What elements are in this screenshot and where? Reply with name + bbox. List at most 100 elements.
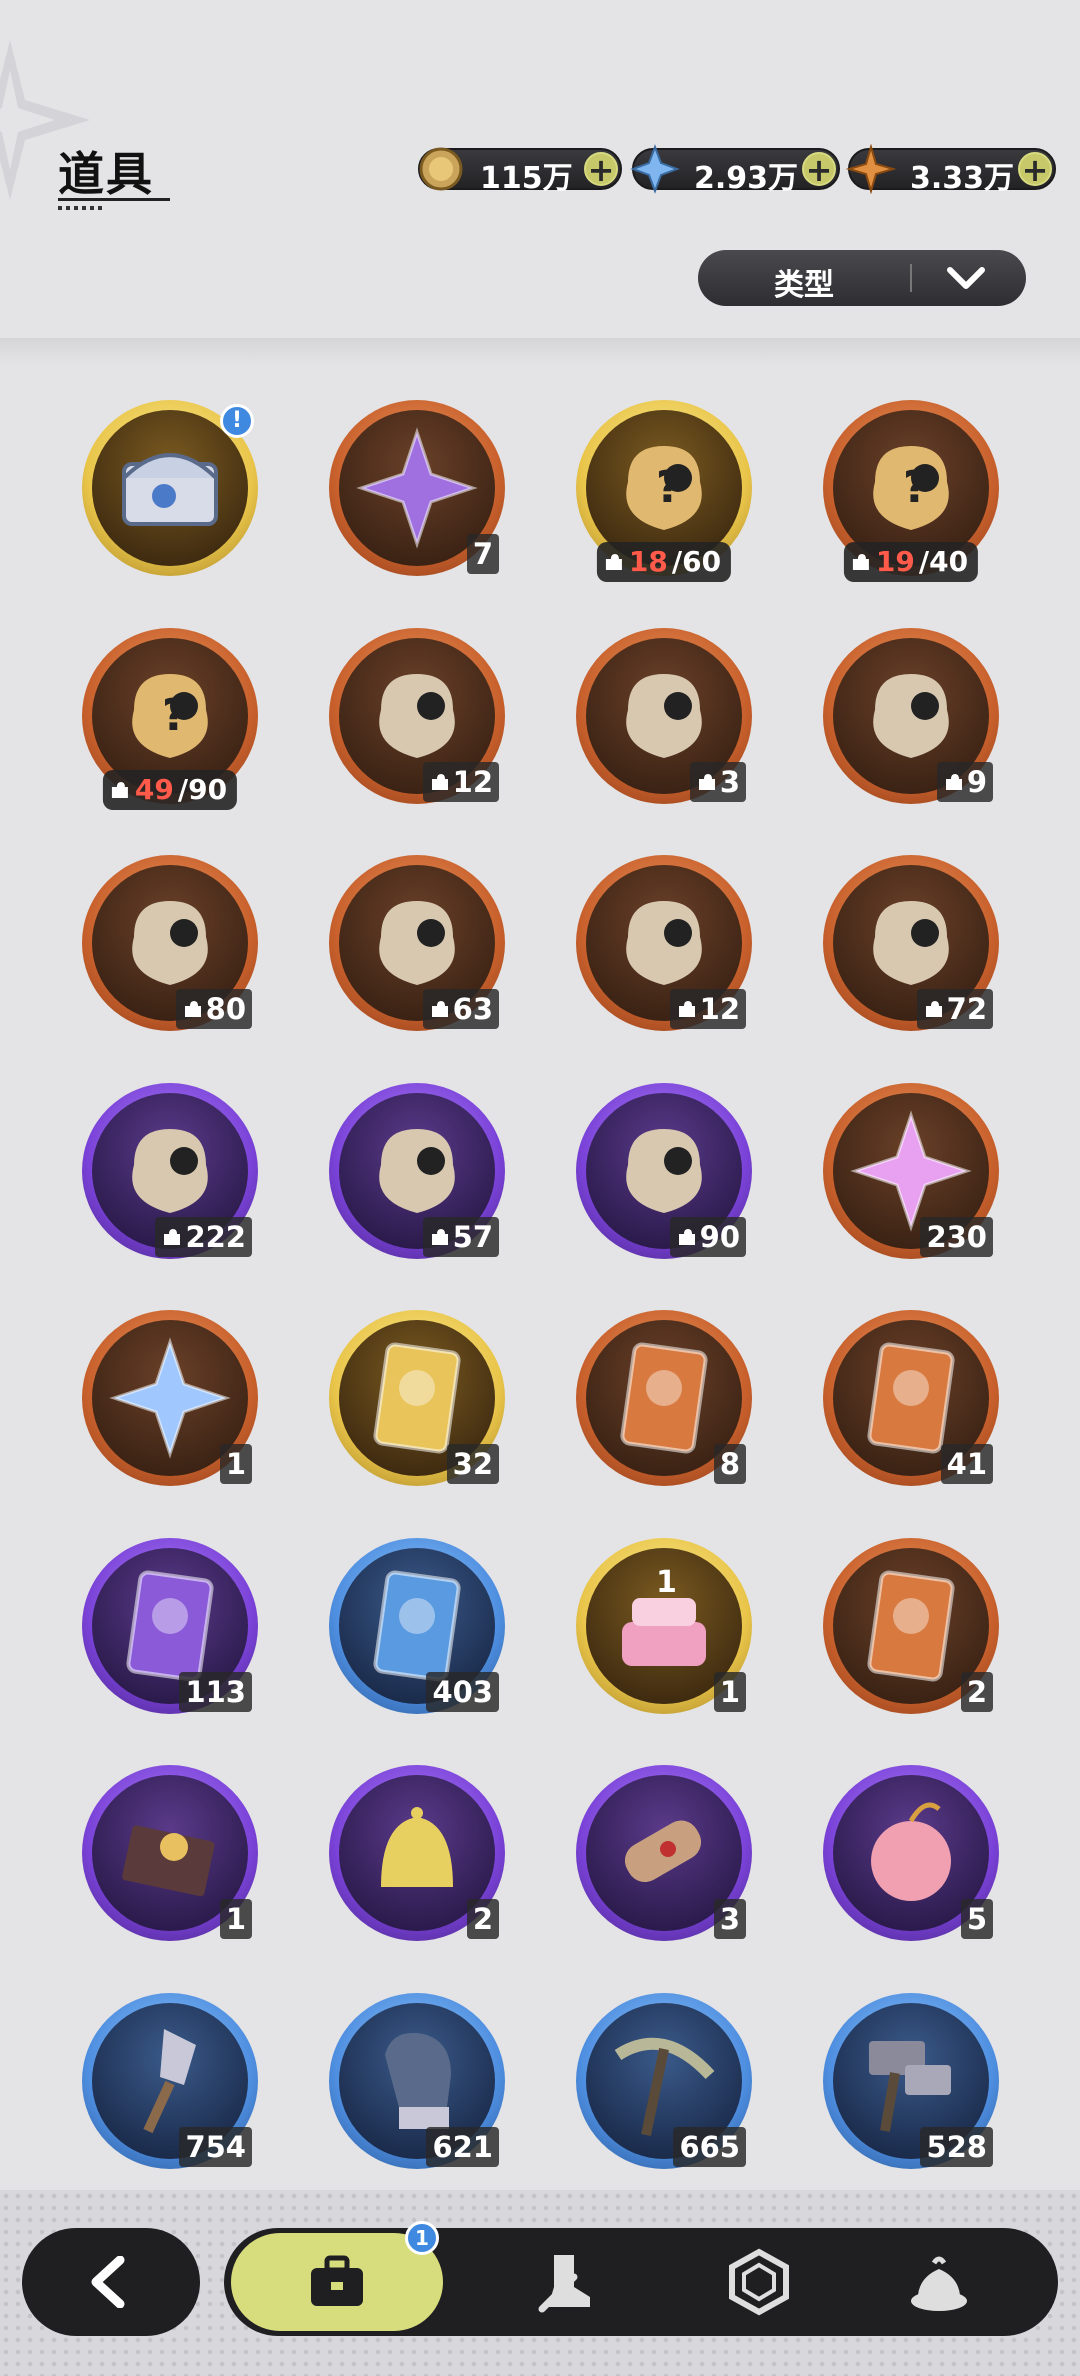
item-slot[interactable]: 403 bbox=[329, 1538, 505, 1714]
item-slot[interactable]: 32 bbox=[329, 1310, 505, 1486]
item-count: 230 bbox=[920, 1217, 993, 1257]
item-slot[interactable]: 63 bbox=[329, 855, 505, 1031]
item-slot[interactable]: 80 bbox=[82, 855, 258, 1031]
back-button[interactable] bbox=[22, 2228, 200, 2336]
item-slot[interactable]: ? 19/40 bbox=[823, 400, 999, 582]
item-count-value: 72 bbox=[946, 992, 987, 1026]
item-slot[interactable]: 57 bbox=[329, 1083, 505, 1259]
item-count-value: 2 bbox=[966, 1675, 987, 1709]
item-count-value: 528 bbox=[926, 2130, 987, 2164]
item-count: 1 bbox=[219, 1899, 252, 1939]
item-slot[interactable]: 12 bbox=[576, 855, 752, 1031]
pink-apple-icon bbox=[871, 1802, 951, 1901]
fragment-need: /60 bbox=[671, 545, 722, 578]
item-count-value: 80 bbox=[205, 992, 246, 1026]
fragment-have: 19 bbox=[875, 545, 915, 578]
item-count-value: 41 bbox=[946, 1447, 987, 1481]
new-item-badge: ! bbox=[220, 404, 254, 438]
item-slot[interactable]: 90 bbox=[576, 1083, 752, 1259]
tab-equipment[interactable] bbox=[494, 2228, 644, 2336]
item-count-value: 90 bbox=[699, 1220, 740, 1254]
item-count-value: 665 bbox=[679, 2130, 740, 2164]
item-count-value: 3 bbox=[719, 765, 740, 799]
rainbow-character-card-icon bbox=[620, 1342, 708, 1454]
item-slot[interactable]: 1 bbox=[82, 1310, 258, 1486]
item-slot[interactable]: ? 49/90 bbox=[82, 628, 258, 810]
puzzle-piece-icon bbox=[431, 774, 448, 790]
item-slot[interactable]: 230 bbox=[823, 1083, 999, 1259]
item-count: 665 bbox=[673, 2127, 746, 2167]
bag-icon bbox=[311, 2255, 363, 2306]
item-slot[interactable]: 2 bbox=[329, 1765, 505, 1941]
item-count-value: 403 bbox=[432, 1675, 493, 1709]
item-count: 5 bbox=[960, 1899, 993, 1939]
item-count-value: 5 bbox=[966, 1902, 987, 1936]
puzzle-piece-icon bbox=[945, 774, 962, 790]
item-count-value: 754 bbox=[185, 2130, 246, 2164]
mystery-fragment-icon: ? bbox=[626, 446, 702, 530]
item-slot[interactable]: 12 bbox=[329, 628, 505, 804]
gem-icon bbox=[729, 2248, 789, 2316]
item-count-value: 12 bbox=[699, 992, 740, 1026]
puzzle-piece-icon bbox=[431, 1001, 448, 1017]
item-slot[interactable]: 528 bbox=[823, 1993, 999, 2169]
item-slot[interactable]: 3 bbox=[576, 1765, 752, 1941]
svg-text:?: ? bbox=[903, 462, 929, 513]
fragment-need: /40 bbox=[918, 545, 969, 578]
item-slot[interactable]: 3 bbox=[576, 628, 752, 804]
item-slot[interactable]: ? 18/60 bbox=[576, 400, 752, 582]
item-count-value: 7 bbox=[472, 537, 493, 571]
bottom-nav: 1 bbox=[224, 2221, 1058, 2336]
item-slot[interactable]: 11 bbox=[576, 1538, 752, 1714]
item-count-value: 57 bbox=[452, 1220, 493, 1254]
mystery-fragment-icon: ? bbox=[132, 674, 208, 758]
item-slot[interactable]: 665 bbox=[576, 1993, 752, 2169]
item-slot[interactable]: 621 bbox=[329, 1993, 505, 2169]
birthday-cake-icon: 1 bbox=[622, 1565, 706, 1666]
item-slot[interactable]: 2 bbox=[823, 1538, 999, 1714]
treasure-chest-icon bbox=[122, 453, 218, 526]
item-count: 7 bbox=[466, 534, 499, 574]
item-count: 8 bbox=[713, 1444, 746, 1484]
item-slot[interactable]: 72 bbox=[823, 855, 999, 1031]
item-grid: ! 7 ? 18/60 ? 19/40 ? 49/90 12 3 9 80 63… bbox=[0, 0, 1080, 2200]
item-slot[interactable]: 9 bbox=[823, 628, 999, 804]
bag-badge: 1 bbox=[405, 2221, 439, 2255]
item-count-value: 12 bbox=[452, 765, 493, 799]
item-count: 2 bbox=[466, 1899, 499, 1939]
item-count: 12 bbox=[669, 989, 746, 1029]
svg-text:?: ? bbox=[656, 462, 682, 513]
item-slot[interactable]: 754 bbox=[82, 1993, 258, 2169]
item-count-value: 32 bbox=[452, 1447, 493, 1481]
svg-text:1: 1 bbox=[656, 1565, 677, 1600]
item-count-value: 9 bbox=[966, 765, 987, 799]
item-slot[interactable]: 5 bbox=[823, 1765, 999, 1941]
puzzle-piece-icon bbox=[164, 1229, 181, 1245]
item-slot[interactable]: 41 bbox=[823, 1310, 999, 1486]
fragment-need: /90 bbox=[177, 773, 228, 806]
item-slot[interactable]: 1 bbox=[82, 1765, 258, 1941]
item-slot[interactable]: 113 bbox=[82, 1538, 258, 1714]
tab-gem[interactable] bbox=[684, 2228, 834, 2336]
item-count: 63 bbox=[422, 989, 499, 1029]
item-count: 3 bbox=[689, 762, 746, 802]
item-slot[interactable]: ! bbox=[82, 400, 258, 576]
item-count: 222 bbox=[155, 1217, 252, 1257]
item-count: 621 bbox=[426, 2127, 499, 2167]
tab-dessert[interactable] bbox=[864, 2228, 1014, 2336]
puzzle-piece-icon bbox=[678, 1001, 695, 1017]
puzzle-piece-icon bbox=[605, 554, 622, 570]
item-count-value: 621 bbox=[432, 2130, 493, 2164]
item-slot[interactable]: 222 bbox=[82, 1083, 258, 1259]
purple-crystal-icon bbox=[356, 427, 478, 549]
tab-bag[interactable]: 1 bbox=[228, 2221, 446, 2334]
item-count-value: 230 bbox=[926, 1220, 987, 1254]
item-slot[interactable]: 8 bbox=[576, 1310, 752, 1486]
item-slot[interactable]: 7 bbox=[329, 400, 505, 576]
puzzle-piece-icon bbox=[925, 1001, 942, 1017]
puzzle-piece-icon bbox=[852, 554, 869, 570]
fragment-progress: 49/90 bbox=[102, 770, 238, 810]
fragment-have: 49 bbox=[134, 773, 174, 806]
puzzle-piece-icon bbox=[184, 1001, 201, 1017]
item-count: 754 bbox=[179, 2127, 252, 2167]
